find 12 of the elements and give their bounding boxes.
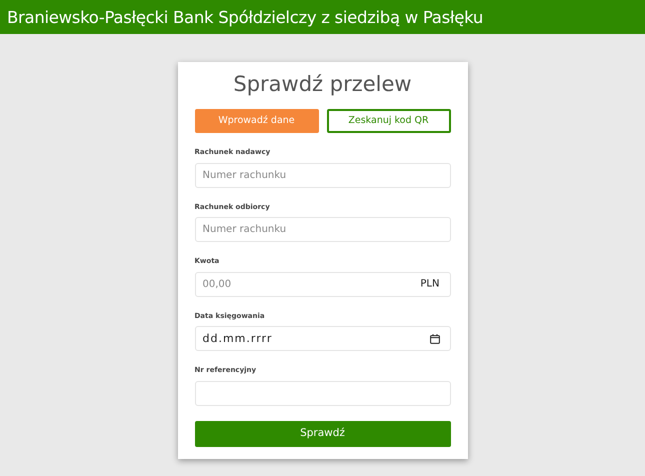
input-field[interactable]: Numer rachunku	[194, 162, 450, 188]
input-field[interactable]	[194, 380, 450, 406]
bank-header: Braniewsko-Pasłęcki Bank Spółdzielczy z siedzibą w Pasłęku	[0, 0, 645, 34]
input-field[interactable]: Numer rachunku	[194, 217, 450, 242]
form-title: Sprawdź przelew	[232, 72, 413, 98]
tab[interactable]: Wprowadź dane	[194, 109, 318, 134]
tab[interactable]: Zeskanuj kod QR	[326, 109, 450, 134]
input-field[interactable]: 00,00 PLN	[194, 272, 450, 297]
submit-button[interactable]: Sprawdź	[194, 420, 450, 447]
calendar-icon[interactable]	[430, 334, 440, 344]
currency-label: PLN	[420, 278, 440, 292]
input-field[interactable]: dd.mm.rrrr	[194, 326, 450, 352]
